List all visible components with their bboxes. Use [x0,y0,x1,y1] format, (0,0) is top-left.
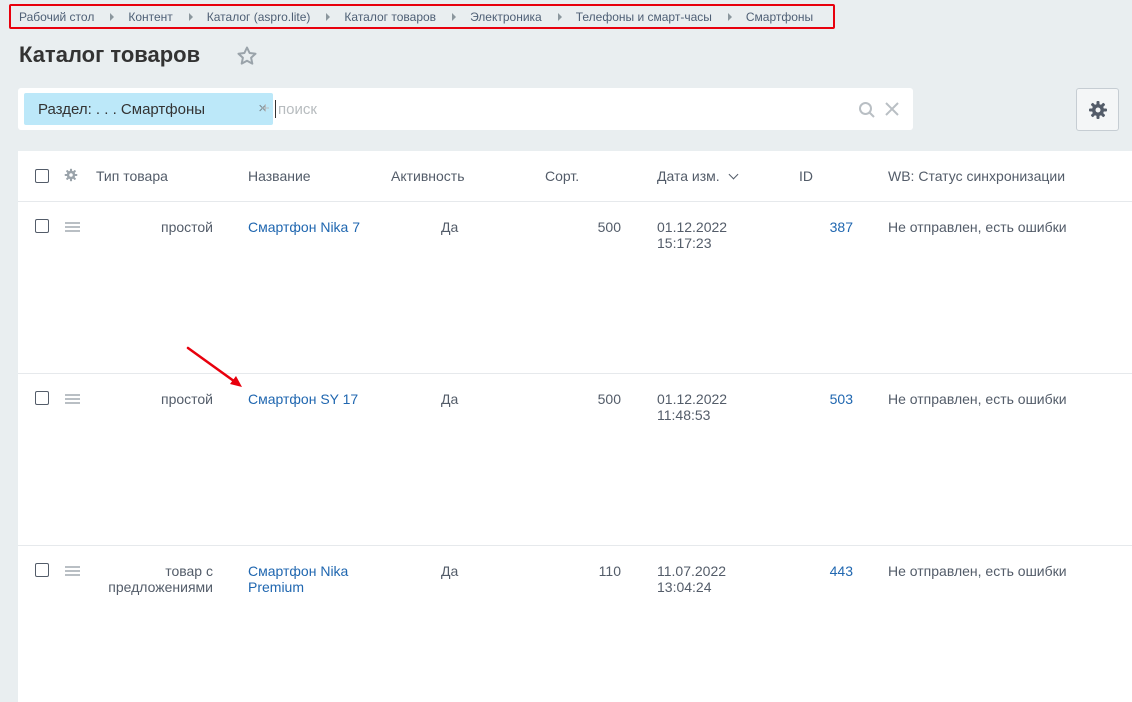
row-checkbox[interactable] [35,563,49,577]
cell-type: простой [160,391,213,407]
menu-icon[interactable] [65,566,80,577]
gear-icon[interactable] [64,168,78,182]
chevron-right-icon [110,12,115,21]
cell-date-time: 13:04:24 [657,579,712,595]
gear-icon [1088,100,1107,119]
cell-sort: 500 [597,219,621,235]
cell-type: простой [160,219,213,235]
cell-id-link[interactable]: 443 [798,563,853,579]
cell-date-day: 01.12.2022 [657,391,728,407]
breadcrumb-item-smartphones[interactable]: Смартфоны [746,10,813,24]
filter-chip-section[interactable]: Раздел: . . . Смартфоны × [24,93,273,125]
column-header-date-label: Дата изм. [657,168,720,184]
table-row[interactable]: простой Смартфон SY 17 Да 500 01.12.2022… [18,374,1132,546]
column-header-id[interactable]: ID [799,168,813,184]
star-icon[interactable] [235,44,259,68]
cell-date-time: 15:17:23 [657,235,712,251]
cell-name-link[interactable]: Смартфон Nika Premium [248,563,363,595]
add-filter-plus[interactable]: + [261,100,270,117]
column-header-wb-status[interactable]: WB: Статус синхронизации [888,168,1065,184]
breadcrumb-item-product-catalog[interactable]: Каталог товаров [344,10,436,24]
menu-icon[interactable] [65,394,80,405]
breadcrumb-item-desktop[interactable]: Рабочий стол [19,10,94,24]
settings-button[interactable] [1076,88,1119,131]
search-input[interactable] [278,98,838,120]
cell-date: 01.12.2022 11:48:53 [657,391,757,423]
cell-sort: 110 [598,563,621,579]
column-header-active[interactable]: Активность [391,168,465,184]
menu-icon[interactable] [65,222,80,233]
cell-date-day: 01.12.2022 [657,219,728,235]
column-header-sort[interactable]: Сорт. [545,168,579,184]
breadcrumb-item-content[interactable]: Контент [128,10,172,24]
cell-wb-status: Не отправлен, есть ошибки [888,219,1067,235]
cell-id-link[interactable]: 503 [798,391,853,407]
row-checkbox[interactable] [35,391,49,405]
breadcrumb-item-electronics[interactable]: Электроника [470,10,542,24]
row-checkbox[interactable] [35,219,49,233]
product-grid: Тип товара Название Активность Сорт. Дат… [18,151,1132,702]
column-header-name[interactable]: Название [248,168,311,184]
cell-active: Да [441,219,459,235]
select-all-checkbox[interactable] [35,169,49,183]
cell-active: Да [441,563,459,579]
cell-date: 01.12.2022 15:17:23 [657,219,757,251]
cell-active: Да [441,391,459,407]
cell-date-day: 11.07.2022 [657,563,727,579]
column-header-type[interactable]: Тип товара [96,168,168,184]
clear-icon[interactable] [884,101,900,117]
cell-name-link[interactable]: Смартфон Nika 7 [248,219,363,235]
chevron-right-icon [452,12,457,21]
cell-wb-status: Не отправлен, есть ошибки [888,563,1067,579]
chevron-right-icon [557,12,562,21]
text-caret [275,100,276,118]
chevron-right-icon [326,12,331,21]
cell-id-link[interactable]: 387 [798,219,853,235]
breadcrumb: Рабочий стол Контент Каталог (aspro.lite… [9,4,835,29]
breadcrumb-item-phones-watches[interactable]: Телефоны и смарт-часы [576,10,712,24]
cell-date-time: 11:48:53 [657,407,711,423]
chevron-right-icon [188,12,193,21]
page-title: Каталог товаров [19,42,201,67]
cell-wb-status: Не отправлен, есть ошибки [888,391,1067,407]
cell-date: 11.07.2022 13:04:24 [657,563,757,595]
column-header-date[interactable]: Дата изм. [657,168,739,184]
breadcrumb-item-catalog-aspro[interactable]: Каталог (aspro.lite) [207,10,311,24]
grid-header-row: Тип товара Название Активность Сорт. Дат… [18,151,1132,202]
filter-search-bar[interactable]: Раздел: . . . Смартфоны × + [18,88,913,130]
cell-type: товар с предложениями [108,563,213,595]
cell-name-link[interactable]: Смартфон SY 17 [248,391,363,407]
cell-sort: 500 [597,391,621,407]
chevron-right-icon [727,12,732,21]
chevron-down-icon [728,169,739,180]
filter-chip-label: Раздел: . . . Смартфоны [38,100,206,118]
search-icon[interactable] [858,101,876,119]
annotation-arrow [186,346,242,387]
table-row[interactable]: товар с предложениями Смартфон Nika Prem… [18,546,1132,702]
